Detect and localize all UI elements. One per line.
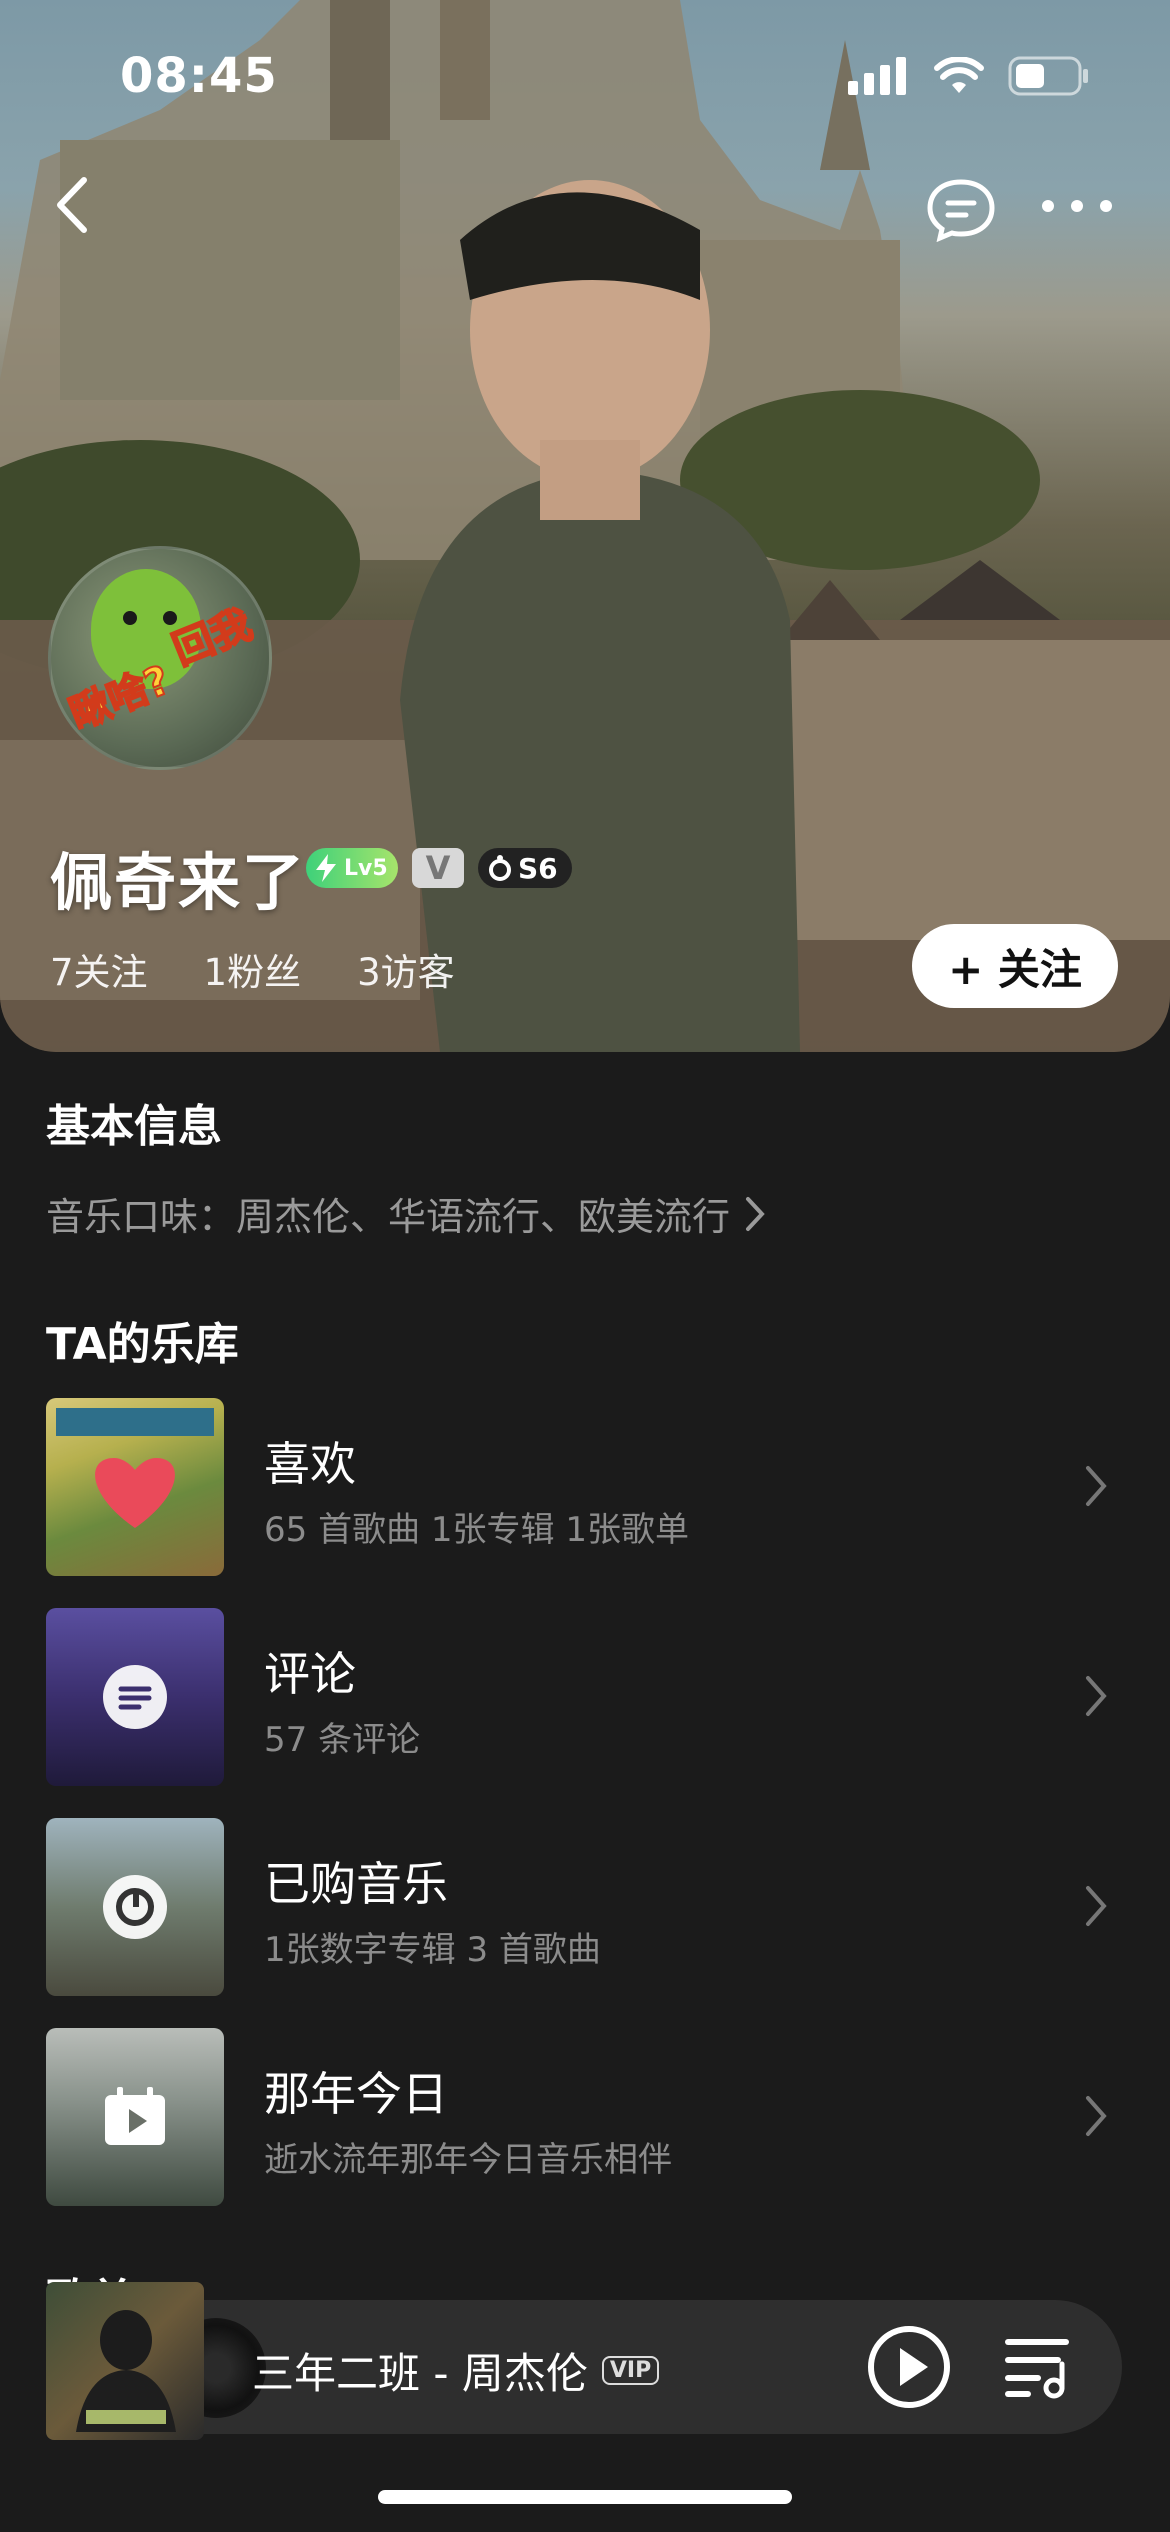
flame-icon xyxy=(489,855,511,881)
now-playing-info: 三年二班 - 周杰伦 VIP xyxy=(252,2340,660,2401)
season-badge-label: S6 xyxy=(518,851,558,885)
comment-icon xyxy=(103,1665,167,1729)
status-time: 08:45 xyxy=(120,48,278,104)
verified-badge[interactable]: V xyxy=(412,848,464,888)
home-indicator xyxy=(378,2490,792,2504)
more-options-icon[interactable] xyxy=(1040,186,1114,226)
now-playing-cover[interactable] xyxy=(46,2282,204,2440)
likes-cover xyxy=(46,1398,224,1576)
chevron-right-icon xyxy=(1086,1886,1107,1926)
library-item-comments[interactable]: 评论 57 条评论 xyxy=(0,1608,1170,1788)
now-playing-title: 三年二班 - 周杰伦 xyxy=(252,2349,588,2398)
library-item-title: 已购音乐 xyxy=(264,1857,448,1911)
music-disc-icon xyxy=(103,1875,167,1939)
profile-stats: 7关注 1粉丝 3访客 xyxy=(50,942,455,996)
chevron-right-icon xyxy=(1086,2096,1107,2136)
visitors-count[interactable]: 3访客 xyxy=(357,942,455,996)
purchased-cover xyxy=(46,1818,224,1996)
avatar[interactable]: 瞅啥? 回我 xyxy=(48,546,272,770)
calendar-play-icon xyxy=(103,2085,167,2149)
library-item-subtitle: 1张数字专辑 3 首歌曲 xyxy=(264,1930,601,1970)
cellular-signal-icon xyxy=(848,57,906,95)
library-item-title: 那年今日 xyxy=(264,2067,448,2121)
library-item-likes[interactable]: 喜欢 65 首歌曲 1张专辑 1张歌单 xyxy=(0,1398,1170,1578)
library-item-subtitle: 57 条评论 xyxy=(264,1720,421,1760)
album-art-image xyxy=(76,2310,176,2432)
on-this-day-cover xyxy=(46,2028,224,2206)
vip-tag: VIP xyxy=(601,2356,660,2385)
comments-cover xyxy=(46,1608,224,1786)
profile-header: 08:45 瞅啥? 回我 佩奇来了 Lv5 V S6 7关注 1粉丝 3访客 +… xyxy=(0,0,1170,1052)
wifi-icon xyxy=(934,57,984,93)
library-item-purchased[interactable]: 已购音乐 1张数字专辑 3 首歌曲 xyxy=(0,1818,1170,1998)
music-taste-text: 音乐口味：周杰伦、华语流行、欧美流行 xyxy=(46,1195,731,1239)
music-taste-row[interactable]: 音乐口味：周杰伦、华语流行、欧美流行 xyxy=(46,1186,766,1241)
follow-button-label: + 关注 xyxy=(948,944,1082,994)
level-badge[interactable]: Lv5 xyxy=(306,848,398,888)
library-item-title: 评论 xyxy=(264,1647,356,1701)
chevron-right-icon xyxy=(1086,1466,1107,1506)
season-badge[interactable]: S6 xyxy=(478,848,572,888)
library-item-subtitle: 65 首歌曲 1张专辑 1张歌单 xyxy=(264,1510,689,1550)
fans-count[interactable]: 1粉丝 xyxy=(204,942,302,996)
battery-icon xyxy=(1008,56,1088,96)
chevron-right-icon xyxy=(746,1196,765,1231)
mini-player[interactable]: 三年二班 - 周杰伦 VIP xyxy=(46,2282,1122,2440)
basic-info-title: 基本信息 xyxy=(46,1101,222,1152)
status-icons xyxy=(848,56,1090,96)
library-item-title: 喜欢 xyxy=(264,1437,356,1491)
follow-button[interactable]: + 关注 xyxy=(912,924,1118,1008)
message-icon[interactable] xyxy=(926,178,996,242)
lightning-icon xyxy=(316,854,336,882)
verified-badge-label: V xyxy=(425,849,451,887)
library-item-subtitle: 逝水流年那年今日音乐相伴 xyxy=(264,2140,672,2180)
chevron-right-icon xyxy=(1086,1676,1107,1716)
badge-group: Lv5 V S6 xyxy=(306,848,572,888)
playlist-icon[interactable] xyxy=(1004,2334,1074,2400)
avatar-caption-a: 瞅啥? xyxy=(63,656,178,739)
heart-icon xyxy=(56,1408,214,1528)
status-bar: 08:45 xyxy=(0,0,1170,150)
library-item-on-this-day[interactable]: 那年今日 逝水流年那年今日音乐相伴 xyxy=(0,2028,1170,2208)
username: 佩奇来了 xyxy=(50,846,307,919)
following-count[interactable]: 7关注 xyxy=(50,942,148,996)
back-icon[interactable] xyxy=(44,170,104,240)
level-badge-label: Lv5 xyxy=(344,855,388,881)
library-title: TA的乐库 xyxy=(46,1319,239,1370)
play-icon[interactable] xyxy=(866,2324,952,2410)
